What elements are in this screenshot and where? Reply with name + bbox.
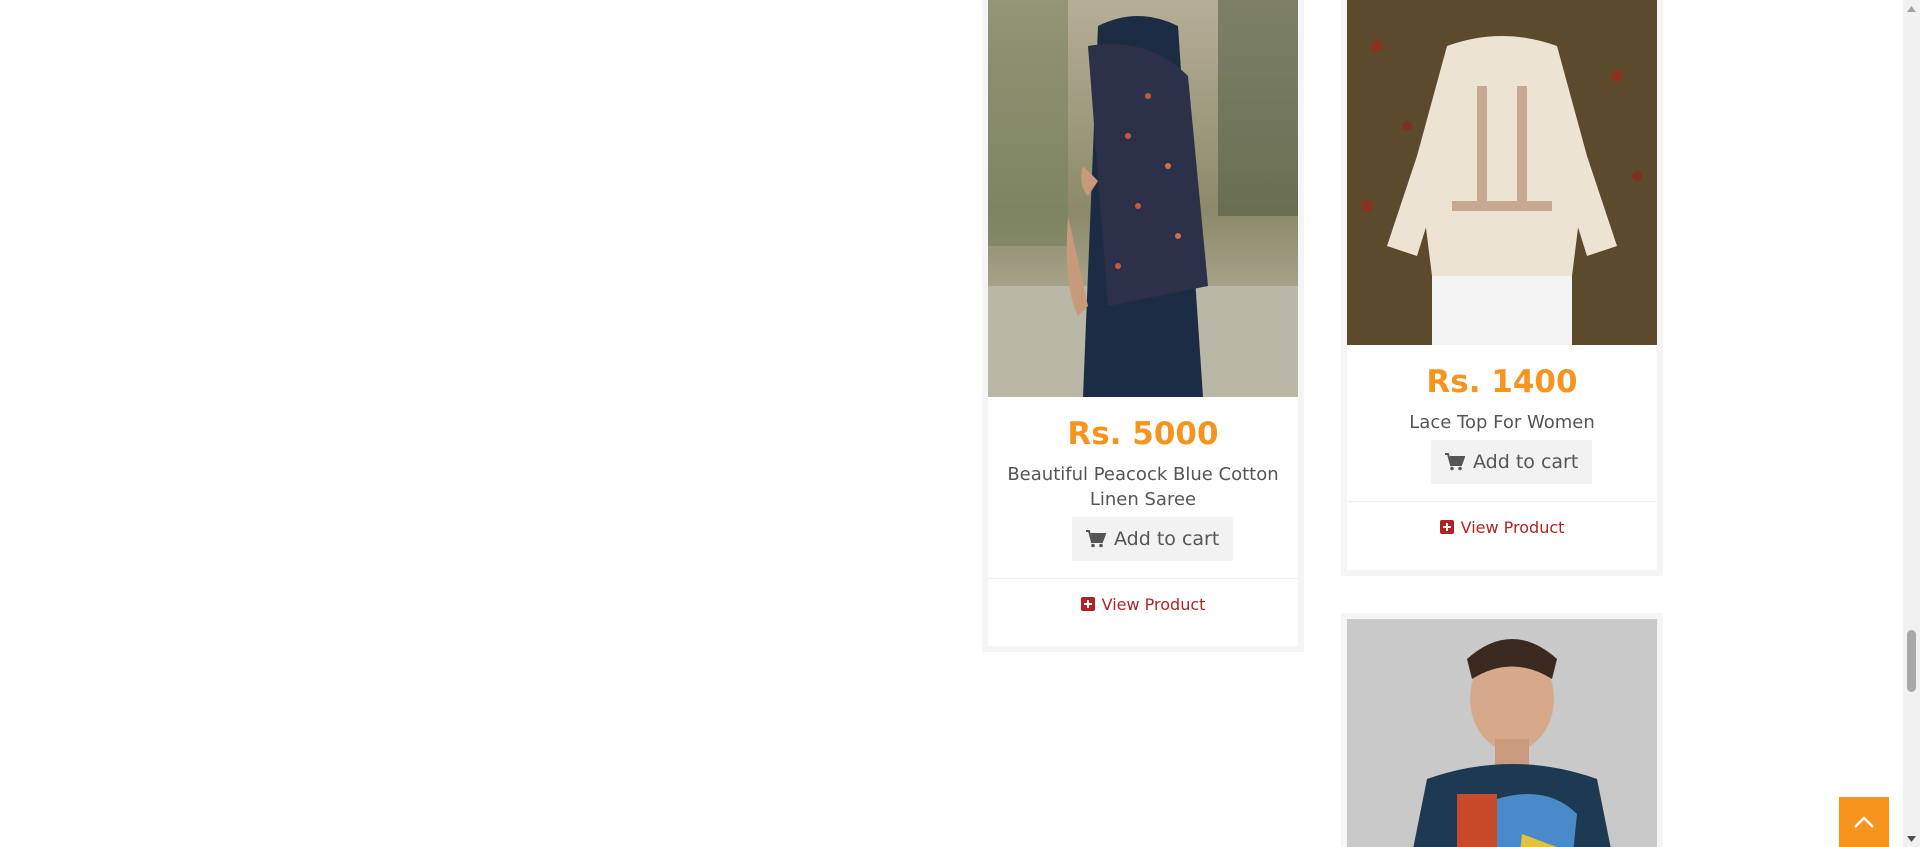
shopping-cart-icon (1086, 530, 1106, 548)
view-product-label: View Product (1460, 517, 1565, 537)
shopping-cart-icon (1445, 453, 1465, 471)
scrollbar-thumb[interactable] (1907, 630, 1916, 692)
add-to-cart-button[interactable]: Add to cart (1072, 517, 1234, 561)
product-image-saree[interactable] (988, 0, 1298, 397)
page: Rs. 5000 Beautiful Peacock Blue Cotton L… (0, 0, 1920, 847)
product-price: Rs. 1400 (1426, 364, 1578, 400)
scroll-to-top-button[interactable] (1839, 797, 1889, 847)
chevron-up-icon (1854, 816, 1874, 828)
scroll-down-arrow-icon[interactable] (1903, 830, 1920, 847)
view-product-label: View Product (1101, 594, 1206, 614)
plus-square-icon (1080, 597, 1095, 611)
add-to-cart-label: Add to cart (1473, 451, 1579, 473)
product-card-lace-top: Rs. 1400 Lace Top For Women Add to cart … (1341, 0, 1663, 576)
card-divider (988, 578, 1298, 579)
view-product-link[interactable]: View Product (988, 590, 1298, 618)
product-image-tshirt[interactable] (1347, 619, 1657, 847)
add-to-cart-label: Add to cart (1114, 528, 1220, 550)
product-price: Rs. 5000 (1067, 416, 1219, 452)
vertical-scrollbar[interactable] (1903, 0, 1920, 847)
card-divider (1347, 501, 1657, 502)
scroll-up-arrow-icon[interactable] (1903, 0, 1920, 17)
product-title[interactable]: Lace Top For Women (1357, 410, 1647, 435)
plus-square-icon (1439, 520, 1454, 534)
product-title[interactable]: Beautiful Peacock Blue Cotton Linen Sare… (998, 462, 1288, 512)
view-product-link[interactable]: View Product (1347, 513, 1657, 541)
product-image-lace-top[interactable] (1347, 0, 1657, 345)
product-card-saree: Rs. 5000 Beautiful Peacock Blue Cotton L… (982, 0, 1304, 652)
product-card-tshirt (1341, 613, 1663, 847)
add-to-cart-button[interactable]: Add to cart (1431, 440, 1593, 484)
